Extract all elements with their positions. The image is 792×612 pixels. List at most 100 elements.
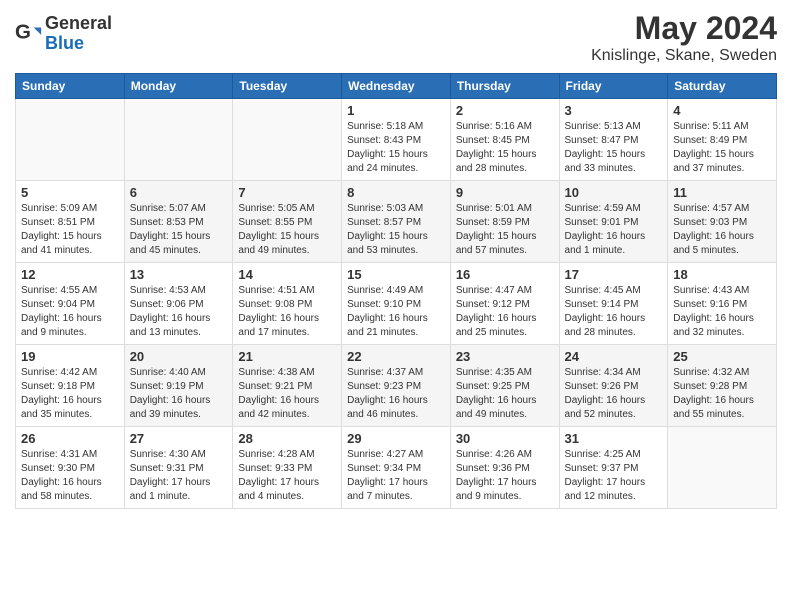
day-info: Sunrise: 4:35 AM Sunset: 9:25 PM Dayligh… [456,366,554,422]
calendar-cell: 12 Sunrise: 4:55 AM Sunset: 9:04 PM Dayli… [16,263,125,345]
day-number: 6 [130,185,228,200]
day-number: 31 [565,431,663,446]
day-info: Sunrise: 4:31 AM Sunset: 9:30 PM Dayligh… [21,448,119,504]
day-info: Sunrise: 5:13 AM Sunset: 8:47 PM Dayligh… [565,120,663,176]
weekday-header-monday: Monday [124,74,233,99]
calendar-cell: 24 Sunrise: 4:34 AM Sunset: 9:26 PM Dayli… [559,345,668,427]
calendar-cell: 15 Sunrise: 4:49 AM Sunset: 9:10 PM Dayli… [342,263,451,345]
calendar-cell: 27Sunrise: 4:30 AM Sunset: 9:31 PM Dayli… [124,427,233,509]
day-number: 24 [565,349,663,364]
day-info: Sunrise: 5:18 AM Sunset: 8:43 PM Dayligh… [347,120,445,176]
logo-blue-text: Blue [45,34,112,54]
calendar-cell: 21 Sunrise: 4:38 AM Sunset: 9:21 PM Dayli… [233,345,342,427]
day-number: 18 [673,267,771,282]
calendar-cell [233,99,342,181]
calendar-table: SundayMondayTuesdayWednesdayThursdayFrid… [15,73,777,509]
day-number: 2 [456,103,554,118]
day-number: 15 [347,267,445,282]
calendar-cell: 25 Sunrise: 4:32 AM Sunset: 9:28 PM Dayli… [668,345,777,427]
calendar-cell: 30Sunrise: 4:26 AM Sunset: 9:36 PM Dayli… [450,427,559,509]
calendar-cell: 7Sunrise: 5:05 AM Sunset: 8:55 PM Daylig… [233,181,342,263]
day-info: Sunrise: 4:40 AM Sunset: 9:19 PM Dayligh… [130,366,228,422]
day-number: 12 [21,267,119,282]
calendar-week-2: 5 Sunrise: 5:09 AM Sunset: 8:51 PM Daylig… [16,181,777,263]
main-title: May 2024 [591,10,777,47]
day-number: 25 [673,349,771,364]
day-number: 17 [565,267,663,282]
calendar-cell: 17Sunrise: 4:45 AM Sunset: 9:14 PM Dayli… [559,263,668,345]
day-info: Sunrise: 5:07 AM Sunset: 8:53 PM Dayligh… [130,202,228,258]
day-info: Sunrise: 4:59 AM Sunset: 9:01 PM Dayligh… [565,202,663,258]
subtitle: Knislinge, Skane, Sweden [591,47,777,65]
weekday-header-saturday: Saturday [668,74,777,99]
calendar-cell: 3 Sunrise: 5:13 AM Sunset: 8:47 PM Daylig… [559,99,668,181]
day-number: 1 [347,103,445,118]
day-info: Sunrise: 4:34 AM Sunset: 9:26 PM Dayligh… [565,366,663,422]
calendar-cell: 1 Sunrise: 5:18 AM Sunset: 8:43 PM Daylig… [342,99,451,181]
day-info: Sunrise: 4:55 AM Sunset: 9:04 PM Dayligh… [21,284,119,340]
day-number: 19 [21,349,119,364]
day-number: 9 [456,185,554,200]
calendar-cell: 16 Sunrise: 4:47 AM Sunset: 9:12 PM Dayli… [450,263,559,345]
day-number: 22 [347,349,445,364]
calendar-cell: 20 Sunrise: 4:40 AM Sunset: 9:19 PM Dayli… [124,345,233,427]
calendar-week-1: 1 Sunrise: 5:18 AM Sunset: 8:43 PM Daylig… [16,99,777,181]
day-info: Sunrise: 5:11 AM Sunset: 8:49 PM Dayligh… [673,120,771,176]
day-number: 28 [238,431,336,446]
day-number: 3 [565,103,663,118]
day-number: 14 [238,267,336,282]
day-info: Sunrise: 4:53 AM Sunset: 9:06 PM Dayligh… [130,284,228,340]
day-number: 16 [456,267,554,282]
weekday-header-wednesday: Wednesday [342,74,451,99]
day-number: 11 [673,185,771,200]
day-number: 20 [130,349,228,364]
day-number: 7 [238,185,336,200]
calendar-cell: 31 Sunrise: 4:25 AM Sunset: 9:37 PM Dayli… [559,427,668,509]
calendar-cell: 6 Sunrise: 5:07 AM Sunset: 8:53 PM Daylig… [124,181,233,263]
day-number: 26 [21,431,119,446]
svg-text:G: G [15,20,31,43]
day-number: 29 [347,431,445,446]
calendar-week-4: 19 Sunrise: 4:42 AM Sunset: 9:18 PM Dayli… [16,345,777,427]
day-info: Sunrise: 5:09 AM Sunset: 8:51 PM Dayligh… [21,202,119,258]
calendar-cell: 29 Sunrise: 4:27 AM Sunset: 9:34 PM Dayli… [342,427,451,509]
calendar-cell [668,427,777,509]
day-info: Sunrise: 4:32 AM Sunset: 9:28 PM Dayligh… [673,366,771,422]
day-info: Sunrise: 4:30 AM Sunset: 9:31 PM Dayligh… [130,448,228,504]
day-info: Sunrise: 4:27 AM Sunset: 9:34 PM Dayligh… [347,448,445,504]
calendar-cell: 26 Sunrise: 4:31 AM Sunset: 9:30 PM Dayli… [16,427,125,509]
day-number: 23 [456,349,554,364]
title-block: May 2024 Knislinge, Skane, Sweden [591,10,777,65]
day-info: Sunrise: 4:42 AM Sunset: 9:18 PM Dayligh… [21,366,119,422]
calendar-cell: 9 Sunrise: 5:01 AM Sunset: 8:59 PM Daylig… [450,181,559,263]
day-info: Sunrise: 4:28 AM Sunset: 9:33 PM Dayligh… [238,448,336,504]
calendar-cell: 10Sunrise: 4:59 AM Sunset: 9:01 PM Dayli… [559,181,668,263]
day-number: 30 [456,431,554,446]
day-info: Sunrise: 4:25 AM Sunset: 9:37 PM Dayligh… [565,448,663,504]
logo: G General Blue [15,14,112,54]
day-info: Sunrise: 4:49 AM Sunset: 9:10 PM Dayligh… [347,284,445,340]
day-number: 21 [238,349,336,364]
day-number: 4 [673,103,771,118]
calendar-cell: 18 Sunrise: 4:43 AM Sunset: 9:16 PM Dayli… [668,263,777,345]
day-number: 8 [347,185,445,200]
calendar-cell: 5 Sunrise: 5:09 AM Sunset: 8:51 PM Daylig… [16,181,125,263]
weekday-header-friday: Friday [559,74,668,99]
weekday-header-tuesday: Tuesday [233,74,342,99]
day-info: Sunrise: 4:47 AM Sunset: 9:12 PM Dayligh… [456,284,554,340]
calendar-cell: 2 Sunrise: 5:16 AM Sunset: 8:45 PM Daylig… [450,99,559,181]
day-info: Sunrise: 4:43 AM Sunset: 9:16 PM Dayligh… [673,284,771,340]
day-info: Sunrise: 5:16 AM Sunset: 8:45 PM Dayligh… [456,120,554,176]
day-info: Sunrise: 4:38 AM Sunset: 9:21 PM Dayligh… [238,366,336,422]
weekday-header-row: SundayMondayTuesdayWednesdayThursdayFrid… [16,74,777,99]
calendar-cell: 13 Sunrise: 4:53 AM Sunset: 9:06 PM Dayli… [124,263,233,345]
calendar-cell: 11Sunrise: 4:57 AM Sunset: 9:03 PM Dayli… [668,181,777,263]
calendar-cell: 28 Sunrise: 4:28 AM Sunset: 9:33 PM Dayli… [233,427,342,509]
day-number: 13 [130,267,228,282]
day-number: 5 [21,185,119,200]
day-info: Sunrise: 5:01 AM Sunset: 8:59 PM Dayligh… [456,202,554,258]
calendar-cell: 19 Sunrise: 4:42 AM Sunset: 9:18 PM Dayli… [16,345,125,427]
calendar-cell: 23 Sunrise: 4:35 AM Sunset: 9:25 PM Dayli… [450,345,559,427]
calendar-cell [16,99,125,181]
calendar-cell: 14Sunrise: 4:51 AM Sunset: 9:08 PM Dayli… [233,263,342,345]
